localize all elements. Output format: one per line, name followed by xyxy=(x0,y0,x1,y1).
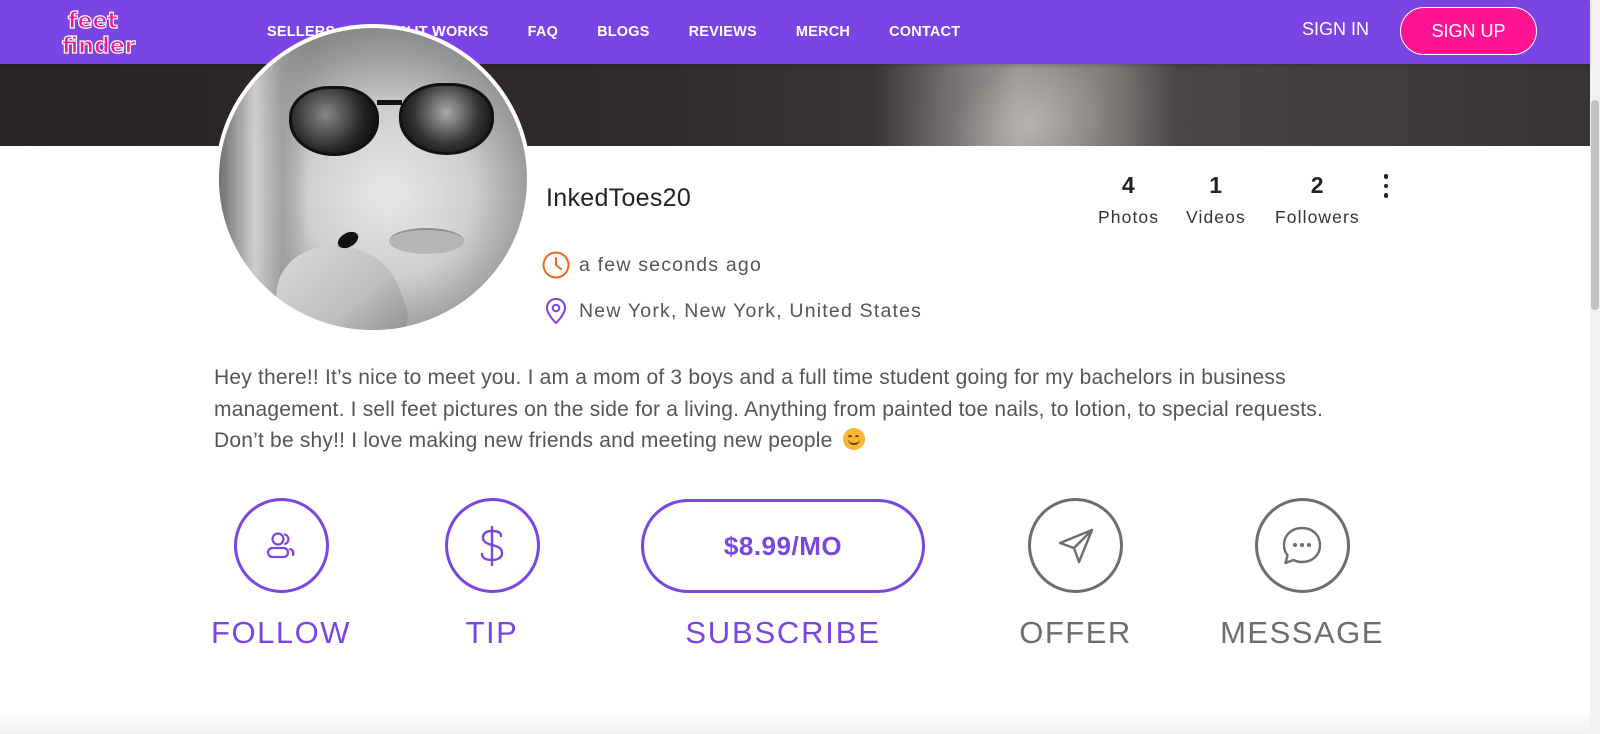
chat-bubble-icon xyxy=(1282,526,1322,564)
nav-blogs[interactable]: BLOGS xyxy=(597,24,650,40)
map-pin-icon xyxy=(545,297,567,325)
photos-label: Photos xyxy=(1098,207,1160,227)
profile-avatar[interactable] xyxy=(215,24,531,334)
location-text: New York, New York, United States xyxy=(579,299,923,322)
offer-action[interactable]: OFFER xyxy=(1018,498,1133,651)
tip-label[interactable]: TIP xyxy=(466,615,519,651)
sign-up-button[interactable]: SIGN UP xyxy=(1400,7,1537,55)
profile-bio: Hey there!! It’s nice to meet you. I am … xyxy=(214,362,1364,457)
videos-count: 1 xyxy=(1209,172,1223,198)
nav-reviews[interactable]: REVIEWS xyxy=(689,24,757,40)
profile-username: InkedToes20 xyxy=(546,184,692,212)
kebab-menu-icon[interactable] xyxy=(1380,174,1392,202)
message-label[interactable]: MESSAGE xyxy=(1220,615,1384,651)
message-action[interactable]: MESSAGE xyxy=(1220,498,1384,651)
last-active: a few seconds ago xyxy=(541,250,762,280)
subscribe-label[interactable]: SUBSCRIBE xyxy=(641,615,925,651)
feetfinder-logo[interactable]: feet finder xyxy=(60,4,150,60)
nav-faq[interactable]: FAQ xyxy=(528,24,558,40)
offer-button[interactable] xyxy=(1028,498,1123,593)
nav-merch[interactable]: MERCH xyxy=(796,24,850,40)
location: New York, New York, United States xyxy=(541,296,922,326)
stat-videos[interactable]: 1 Videos xyxy=(1186,172,1246,228)
followers-count: 2 xyxy=(1310,172,1325,198)
smiling-face-emoji xyxy=(842,428,865,450)
svg-text:feet: feet xyxy=(68,9,118,34)
section-divider xyxy=(0,714,1590,734)
page-scrollbar-thumb[interactable] xyxy=(1591,100,1599,310)
bio-text: Hey there!! It’s nice to meet you. I am … xyxy=(214,366,1324,452)
follow-action[interactable]: FOLLOW xyxy=(211,498,351,651)
follow-button[interactable] xyxy=(233,498,329,593)
dollar-icon xyxy=(480,525,504,566)
tip-button[interactable] xyxy=(444,498,540,593)
follow-label[interactable]: FOLLOW xyxy=(211,615,351,651)
nav-contact[interactable]: CONTACT xyxy=(889,24,960,40)
subscribe-price-button[interactable]: $8.99/MO xyxy=(641,499,925,593)
users-icon xyxy=(266,531,295,558)
followers-label: Followers xyxy=(1275,207,1360,227)
tip-action[interactable]: TIP xyxy=(440,498,544,651)
stat-photos[interactable]: 4 Photos xyxy=(1098,172,1159,228)
clock-icon xyxy=(542,251,570,279)
videos-label: Videos xyxy=(1186,207,1246,227)
offer-label[interactable]: OFFER xyxy=(1019,615,1132,651)
photos-count: 4 xyxy=(1121,172,1136,198)
send-icon xyxy=(1058,528,1093,563)
stat-followers[interactable]: 2 Followers xyxy=(1275,172,1360,228)
last-active-text: a few seconds ago xyxy=(579,253,763,276)
sign-in-link[interactable]: SIGN IN xyxy=(1302,19,1369,40)
svg-text:finder: finder xyxy=(62,34,136,59)
message-button[interactable] xyxy=(1254,498,1350,593)
